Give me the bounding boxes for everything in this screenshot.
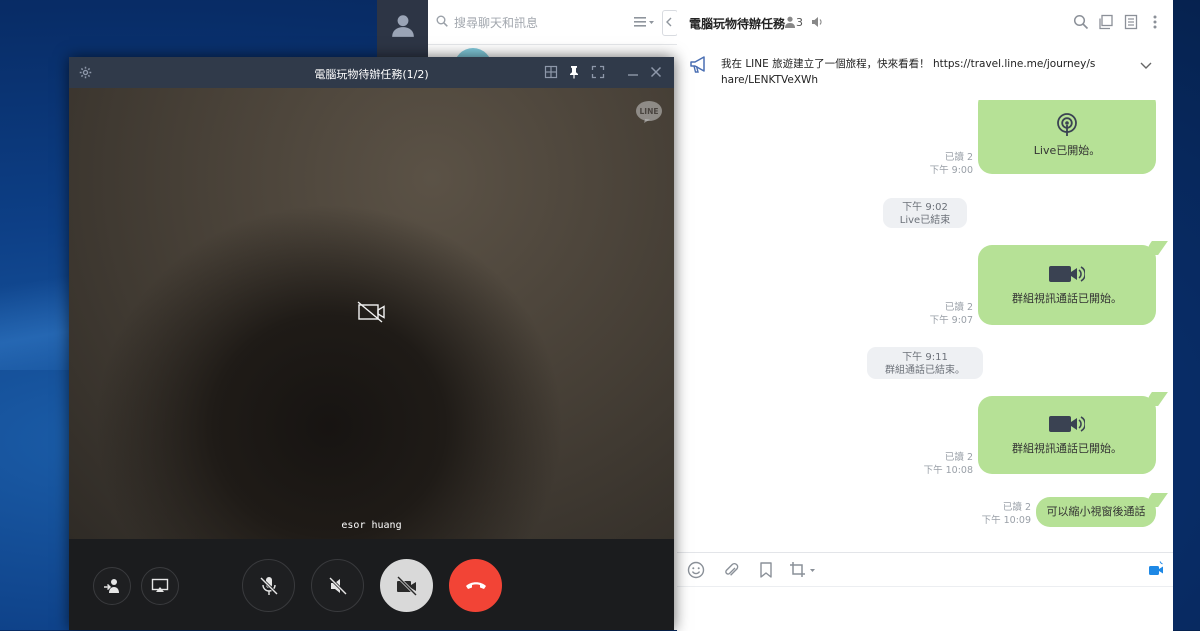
screen-share-button[interactable]	[141, 567, 179, 605]
message-meta: 已讀 2 下午 10:09	[965, 501, 1031, 527]
note-icon[interactable]	[1123, 14, 1139, 30]
member-count[interactable]: 3	[796, 16, 803, 29]
mute-speaker-button[interactable]	[311, 559, 364, 612]
search-icon[interactable]	[1073, 14, 1089, 30]
mute-microphone-button[interactable]	[242, 559, 295, 612]
message-time: 下午 9:02	[902, 202, 948, 213]
chat-title: 電腦玩物待辦任務	[689, 17, 786, 31]
message-text: Live已開始。	[1033, 144, 1101, 157]
camera-off-icon	[396, 575, 417, 596]
profile-icon[interactable]	[390, 12, 416, 38]
close-icon[interactable]	[649, 65, 663, 79]
message-bubble[interactable]: 可以縮小視窗後通話	[1036, 493, 1168, 527]
system-message: 下午 9:11 群組通話已結束。	[867, 347, 983, 379]
minimize-icon[interactable]	[626, 65, 640, 79]
message-time: 下午 9:11	[902, 352, 948, 363]
collapse-panel-button[interactable]	[662, 10, 678, 36]
caller-name: esor huang	[341, 520, 402, 531]
add-person-icon	[104, 579, 119, 593]
message-time: 下午 9:00	[929, 165, 973, 176]
read-receipt: 已讀 2	[944, 452, 973, 463]
fullscreen-icon[interactable]	[591, 65, 605, 79]
read-receipt: 已讀 2	[944, 302, 973, 313]
emoji-icon[interactable]	[687, 561, 705, 579]
screenshot-crop-icon[interactable]	[789, 561, 819, 579]
video-feed: LINE esor huang	[69, 88, 674, 539]
line-logo-icon: LINE	[636, 101, 662, 123]
read-receipt: 已讀 2	[1002, 502, 1031, 513]
megaphone-icon	[690, 56, 705, 73]
message-time: 下午 10:08	[923, 465, 973, 476]
toggle-camera-button[interactable]	[380, 559, 433, 612]
message-meta: 已讀 2 下午 9:07	[907, 301, 973, 327]
message-time: 下午 9:07	[929, 315, 973, 326]
keep-bookmark-icon[interactable]	[757, 561, 775, 579]
chevron-down-icon[interactable]	[1139, 58, 1153, 72]
message-text: Live已結束	[899, 215, 951, 226]
message-input[interactable]	[677, 586, 1173, 631]
chevron-left-icon	[666, 17, 672, 27]
search-icon	[436, 15, 448, 27]
hang-up-icon	[465, 581, 486, 589]
search-input[interactable]	[452, 12, 626, 34]
send-icon[interactable]	[1147, 560, 1165, 578]
message-bubble[interactable]: 群組視訊通話已開始。	[978, 241, 1168, 325]
layout-grid-icon[interactable]	[544, 65, 558, 79]
end-call-button[interactable]	[449, 559, 502, 612]
message-list[interactable]: Live已開始。 已讀 2 下午 9:00 下午 9:02 Live已結束 群組…	[677, 100, 1173, 552]
message-text: 群組視訊通話已開始。	[1012, 442, 1122, 455]
message-meta: 已讀 2 下午 9:00	[907, 151, 973, 177]
call-controls	[69, 539, 674, 630]
announcement-bar[interactable]: 我在 LINE 旅遊建立了一個旅程，快來看看！ https://travel.l…	[677, 44, 1173, 101]
chat-header: 電腦玩物待辦任務 3	[677, 0, 1173, 45]
message-bubble[interactable]: Live已開始。	[978, 100, 1156, 174]
message-text: 可以縮小視窗後通話	[1046, 505, 1146, 518]
microphone-off-icon	[259, 576, 278, 595]
video-camera-icon	[1049, 416, 1085, 432]
camera-off-icon	[357, 301, 385, 323]
pin-icon[interactable]	[567, 65, 581, 79]
album-icon[interactable]	[1098, 14, 1114, 30]
line-logo-text: LINE	[640, 107, 659, 116]
more-options-icon[interactable]	[1147, 14, 1163, 30]
call-title: 電腦玩物待辦任務(1/2)	[314, 68, 429, 81]
read-receipt: 已讀 2	[944, 152, 973, 163]
message-text: 群組視訊通話已開始。	[1012, 292, 1122, 305]
speaker-off-icon	[328, 576, 347, 595]
list-menu-icon[interactable]	[634, 15, 654, 29]
screen-share-icon	[151, 578, 169, 592]
announcement-text[interactable]: 我在 LINE 旅遊建立了一個旅程，快來看看！ https://travel.l…	[721, 56, 1101, 88]
system-message: 下午 9:02 Live已結束	[883, 198, 967, 228]
attach-icon[interactable]	[722, 561, 740, 579]
invite-member-button[interactable]	[93, 567, 131, 605]
call-titlebar[interactable]: 電腦玩物待辦任務(1/2)	[69, 57, 674, 88]
video-call-window: 電腦玩物待辦任務(1/2) LINE esor huang	[69, 57, 674, 630]
member-icon	[785, 16, 795, 28]
message-bubble[interactable]: 群組視訊通話已開始。	[978, 392, 1168, 474]
message-time: 下午 10:09	[981, 515, 1031, 526]
input-toolbar	[677, 552, 1173, 587]
speaker-icon[interactable]	[811, 16, 823, 28]
search-bar	[428, 0, 678, 45]
message-text: 群組通話已結束。	[885, 365, 965, 376]
live-icon	[1057, 113, 1077, 136]
message-meta: 已讀 2 下午 10:08	[907, 451, 973, 477]
video-camera-icon	[1049, 266, 1085, 282]
chat-pane: 電腦玩物待辦任務 3 我在 LINE 旅遊建立了一個旅程，快來看看！ https…	[677, 0, 1173, 631]
